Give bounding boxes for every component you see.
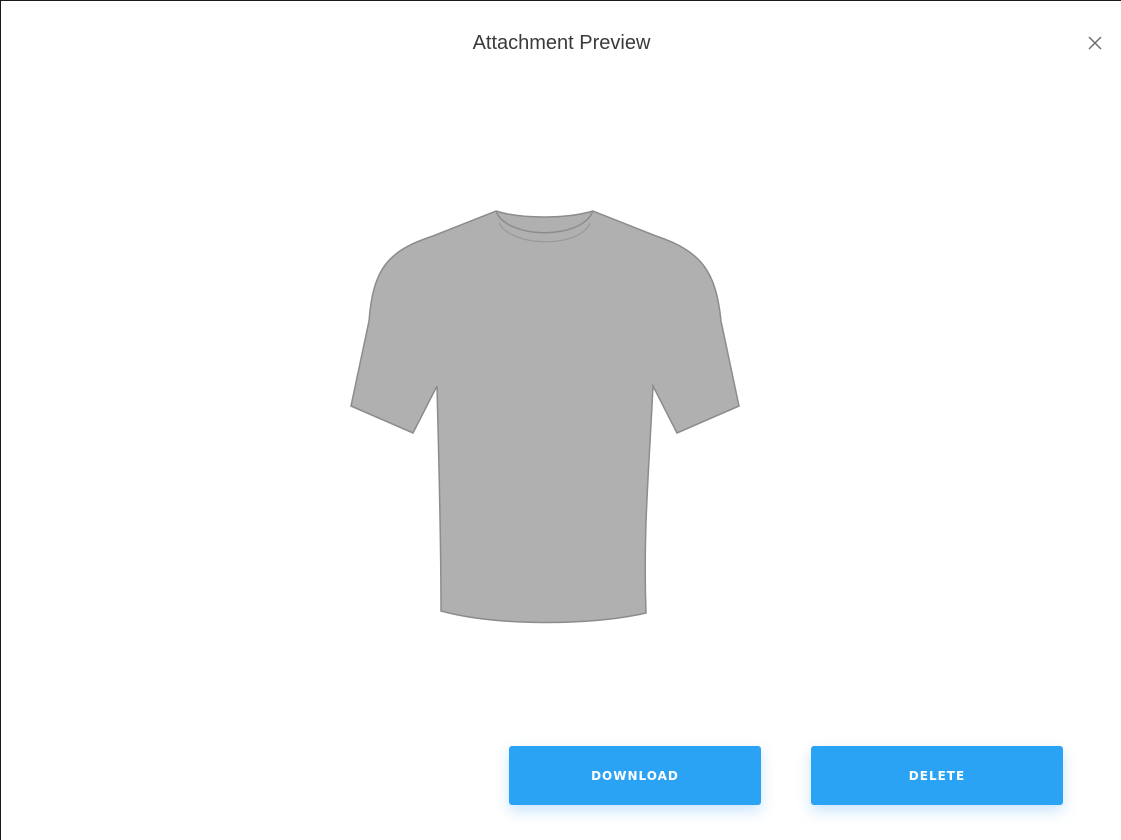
download-button[interactable]: DOWNLOAD: [509, 746, 761, 805]
download-button-label: DOWNLOAD: [591, 768, 679, 783]
delete-button-label: DELETE: [908, 768, 966, 783]
delete-button[interactable]: DELETE: [811, 746, 1063, 805]
close-button[interactable]: [1083, 31, 1107, 55]
attachment-preview-modal: Attachment Preview DOWNLOAD DELETE: [0, 0, 1121, 840]
modal-title: Attachment Preview: [472, 32, 651, 54]
tshirt-image: [350, 210, 740, 624]
close-icon: [1088, 36, 1102, 50]
attachment-image: [341, 201, 751, 631]
